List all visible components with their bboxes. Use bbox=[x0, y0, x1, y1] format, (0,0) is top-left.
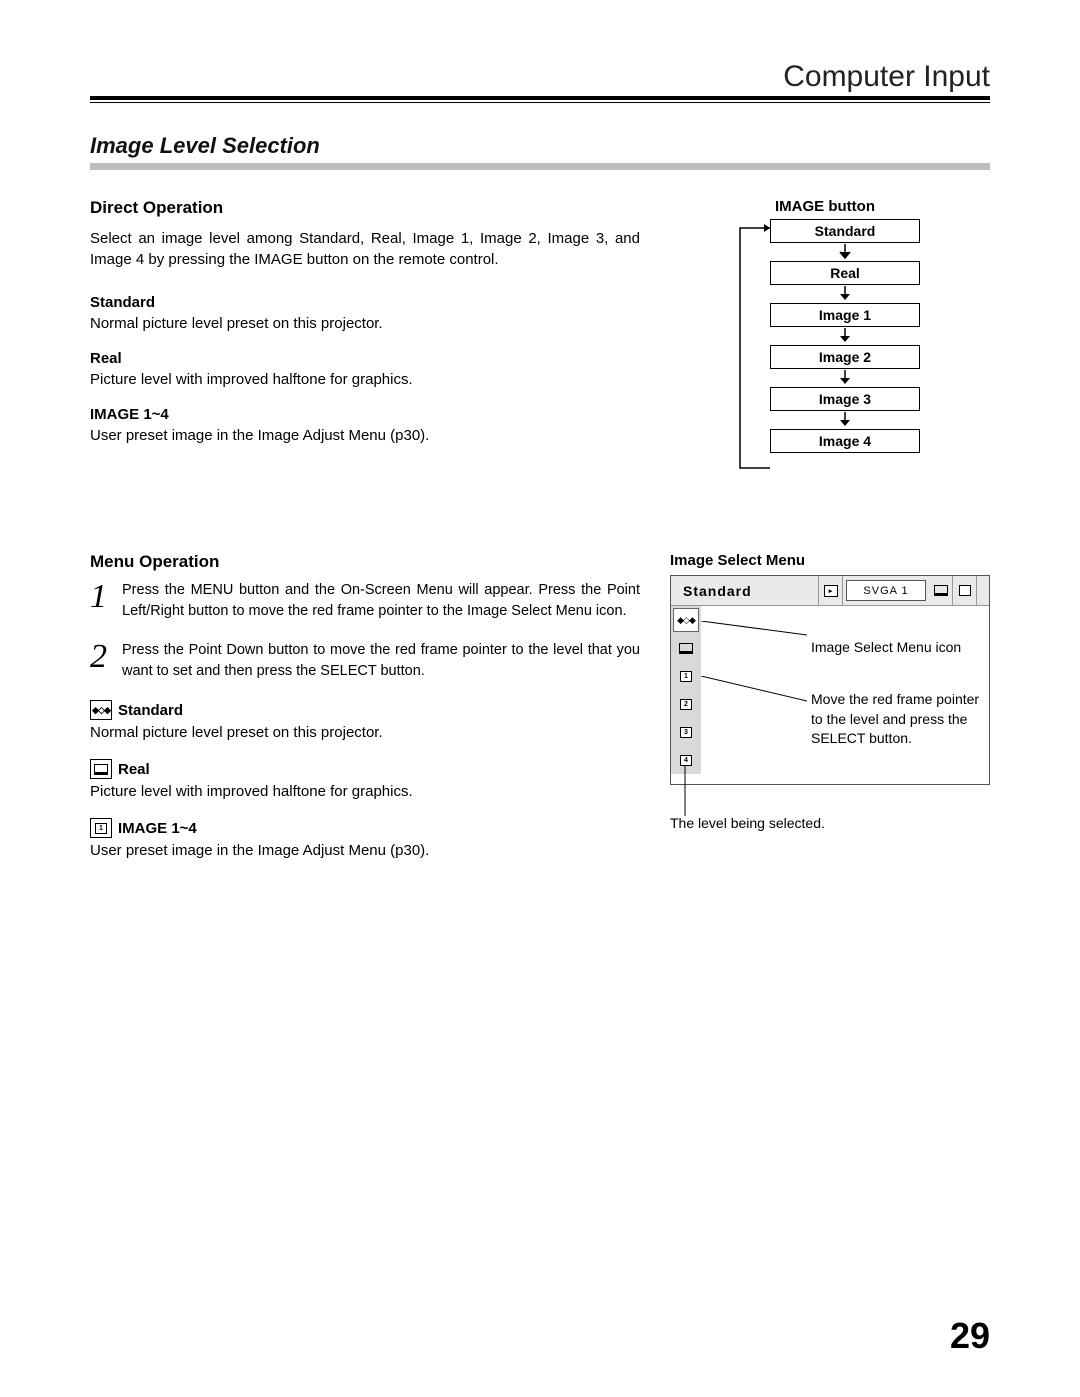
callout-line-icon bbox=[701, 676, 807, 726]
image-button-flow: IMAGE button Standard Real Image 1 Image… bbox=[700, 198, 950, 453]
def-image14-body: User preset image in the Image Adjust Me… bbox=[90, 427, 640, 444]
real-icon bbox=[90, 759, 112, 779]
icon-real-head: Real bbox=[118, 761, 150, 778]
standard-icon: ◆◇◆ bbox=[90, 700, 112, 720]
flow-box-real: Real bbox=[770, 261, 920, 285]
def-image14-head: IMAGE 1~4 bbox=[90, 406, 640, 423]
arrow-down-icon bbox=[770, 243, 920, 261]
osd-screenshot: Standard ▸ SVGA 1 ◆◇◆ 1 2 3 4 bbox=[670, 575, 990, 785]
icon-standard-body: Normal picture level preset on this proj… bbox=[90, 724, 640, 741]
osd-svga-label: SVGA 1 bbox=[846, 580, 926, 601]
osd-top-label: Standard bbox=[671, 576, 819, 605]
section-title: Image Level Selection bbox=[90, 133, 990, 159]
callout-line-icon bbox=[701, 621, 807, 651]
header-rule-thick bbox=[90, 96, 990, 100]
osd-chip-icon: ▸ bbox=[819, 576, 843, 605]
def-standard-head: Standard bbox=[90, 294, 640, 311]
callout-line-icon bbox=[677, 761, 697, 816]
step-number-1: 1 bbox=[90, 580, 122, 622]
icon-image14-body: User preset image in the Image Adjust Me… bbox=[90, 842, 640, 859]
osd-chip-icon bbox=[977, 576, 989, 605]
direct-operation-heading: Direct Operation bbox=[90, 198, 640, 218]
page-number: 29 bbox=[950, 1315, 990, 1357]
header-title: Computer Input bbox=[90, 60, 990, 94]
osd-side-image3: 3 bbox=[671, 718, 701, 746]
osd-chip-icon bbox=[929, 576, 953, 605]
flow-return-arrow bbox=[730, 218, 770, 473]
osd-side-image2: 2 bbox=[671, 690, 701, 718]
osd-callout-1: Image Select Menu icon bbox=[811, 638, 961, 658]
step-text-2: Press the Point Down button to move the … bbox=[122, 640, 640, 682]
osd-title: Image Select Menu bbox=[670, 552, 990, 569]
header-rule-thin bbox=[90, 102, 990, 103]
def-real-body: Picture level with improved halftone for… bbox=[90, 371, 640, 388]
osd-side-standard: ◆◇◆ bbox=[671, 606, 701, 634]
arrow-down-icon bbox=[770, 369, 920, 387]
icon-real-body: Picture level with improved halftone for… bbox=[90, 783, 640, 800]
def-real-head: Real bbox=[90, 350, 640, 367]
osd-side-image1: 1 bbox=[671, 662, 701, 690]
flow-box-image1: Image 1 bbox=[770, 303, 920, 327]
flow-box-image2: Image 2 bbox=[770, 345, 920, 369]
arrow-down-icon bbox=[770, 411, 920, 429]
step-text-1: Press the MENU button and the On-Screen … bbox=[122, 580, 640, 622]
osd-chip-icon bbox=[953, 576, 977, 605]
arrow-down-icon bbox=[770, 327, 920, 345]
def-standard-body: Normal picture level preset on this proj… bbox=[90, 315, 640, 332]
osd-caption: The level being selected. bbox=[670, 815, 990, 831]
step-number-2: 2 bbox=[90, 640, 122, 682]
osd-callout-2: Move the red frame pointer to the level … bbox=[811, 690, 981, 749]
flow-title: IMAGE button bbox=[700, 198, 950, 215]
arrow-down-icon bbox=[770, 285, 920, 303]
flow-box-standard: Standard bbox=[770, 219, 920, 243]
osd-side-real bbox=[671, 634, 701, 662]
menu-operation-heading: Menu Operation bbox=[90, 552, 640, 572]
flow-box-image4: Image 4 bbox=[770, 429, 920, 453]
osd-sidebar: ◆◇◆ 1 2 3 4 bbox=[671, 606, 701, 774]
section-rule bbox=[90, 163, 990, 170]
icon-standard-head: Standard bbox=[118, 702, 183, 719]
direct-operation-intro: Select an image level among Standard, Re… bbox=[90, 228, 640, 270]
image-preset-icon: 1 bbox=[90, 818, 112, 838]
flow-box-image3: Image 3 bbox=[770, 387, 920, 411]
icon-image14-head: IMAGE 1~4 bbox=[118, 820, 197, 837]
